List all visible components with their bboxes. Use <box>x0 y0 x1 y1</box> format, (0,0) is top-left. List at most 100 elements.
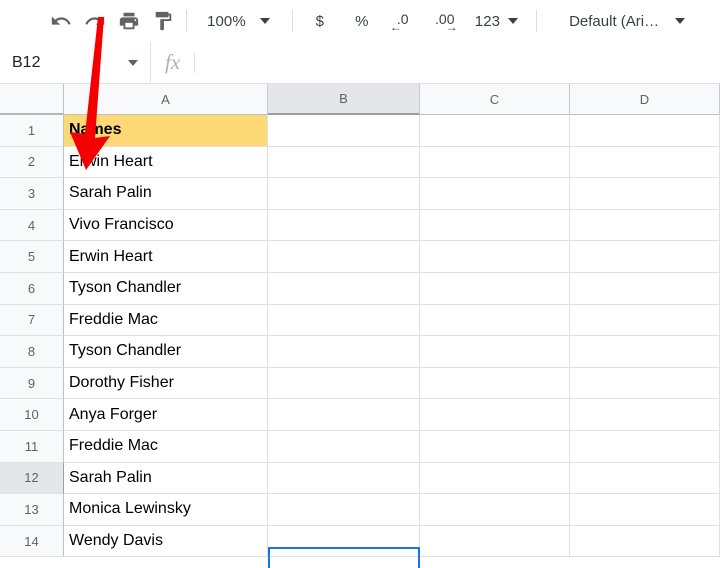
row-header-3[interactable]: 3 <box>0 178 64 210</box>
cell-A9[interactable]: Dorothy Fisher <box>64 367 268 400</box>
name-box[interactable]: B12 <box>0 42 150 84</box>
chevron-down-icon[interactable] <box>128 59 138 66</box>
cell-D10[interactable] <box>570 399 720 431</box>
cell-C9[interactable] <box>420 367 570 400</box>
cell-A4[interactable]: Vivo Francisco <box>64 209 268 242</box>
row-header-4[interactable]: 4 <box>0 209 64 242</box>
increase-decimal-button[interactable]: .00 → <box>429 5 461 37</box>
column-header-c[interactable]: C <box>420 84 570 115</box>
cell-D3[interactable] <box>570 178 720 210</box>
column-header-d[interactable]: D <box>570 84 720 115</box>
cell-B12[interactable] <box>268 462 420 495</box>
column-header-b[interactable]: B <box>268 84 420 115</box>
cell-B4[interactable] <box>268 209 420 242</box>
row-header-12[interactable]: 12 <box>0 462 64 495</box>
paint-format-icon[interactable] <box>146 4 180 38</box>
redo-icon[interactable] <box>78 4 112 38</box>
cell-D9[interactable] <box>570 367 720 400</box>
print-icon[interactable] <box>112 4 146 38</box>
decrease-decimal-button[interactable]: .0 ← <box>387 5 419 37</box>
table-row: 13 Monica Lewinsky <box>0 494 720 526</box>
cell-D4[interactable] <box>570 209 720 242</box>
row-header-11[interactable]: 11 <box>0 430 64 463</box>
cell-D12[interactable] <box>570 462 720 495</box>
currency-format-button[interactable]: $ <box>307 5 333 37</box>
row-header-14[interactable]: 14 <box>0 525 64 558</box>
zoom-dropdown[interactable]: 100% <box>201 6 276 36</box>
cell-C6[interactable] <box>420 272 570 305</box>
percent-format-button[interactable]: % <box>349 5 375 37</box>
cell-D13[interactable] <box>570 494 720 526</box>
cell-A6[interactable]: Tyson Chandler <box>64 272 268 305</box>
formula-function-icon-wrap: fx <box>150 41 209 84</box>
font-family-label: Default (Ari… <box>569 12 660 30</box>
cell-B3[interactable] <box>268 178 420 210</box>
cell-A7[interactable]: Freddie Mac <box>64 304 268 337</box>
formula-input[interactable] <box>209 42 720 84</box>
row-header-10[interactable]: 10 <box>0 399 64 431</box>
row-header-5[interactable]: 5 <box>0 241 64 273</box>
cell-B13[interactable] <box>268 494 420 526</box>
cell-D11[interactable] <box>570 430 720 463</box>
table-row: 11 Freddie Mac <box>0 430 720 463</box>
toolbar-divider <box>536 10 538 32</box>
cell-D1[interactable] <box>570 115 720 147</box>
cell-A12[interactable]: Sarah Palin <box>64 462 268 495</box>
cell-B1[interactable] <box>268 115 420 147</box>
cell-C12[interactable] <box>420 462 570 495</box>
cell-A14[interactable]: Wendy Davis <box>64 525 268 558</box>
row-header-13[interactable]: 13 <box>0 494 64 526</box>
cell-C5[interactable] <box>420 241 570 273</box>
cell-B11[interactable] <box>268 430 420 463</box>
row-header-2[interactable]: 2 <box>0 146 64 179</box>
table-row: 8 Tyson Chandler <box>0 336 720 368</box>
fx-icon[interactable]: fx <box>165 50 180 75</box>
cell-A10[interactable]: Anya Forger <box>64 399 268 431</box>
row-header-6[interactable]: 6 <box>0 272 64 305</box>
cell-C1[interactable] <box>420 115 570 147</box>
grid-rows: 1 Names 2 Erwin Heart 3 Sarah Palin 4 Vivo Fran… <box>0 115 720 558</box>
table-row: 4 Vivo Francisco <box>0 209 720 242</box>
cell-C11[interactable] <box>420 430 570 463</box>
cell-B14[interactable] <box>268 525 420 558</box>
cell-B5[interactable] <box>268 241 420 273</box>
number-format-dropdown[interactable]: 123 <box>469 6 524 36</box>
cell-D14[interactable] <box>570 525 720 558</box>
cell-B7[interactable] <box>268 304 420 337</box>
cell-B6[interactable] <box>268 272 420 305</box>
row-header-8[interactable]: 8 <box>0 336 64 368</box>
cell-A2[interactable]: Erwin Heart <box>64 146 268 179</box>
cell-A3[interactable]: Sarah Palin <box>64 178 268 210</box>
cell-B2[interactable] <box>268 146 420 179</box>
number-format-label: 123 <box>474 12 501 30</box>
cell-C10[interactable] <box>420 399 570 431</box>
cell-C13[interactable] <box>420 494 570 526</box>
cell-D8[interactable] <box>570 336 720 368</box>
font-family-dropdown[interactable]: Default (Ari… <box>561 6 693 36</box>
cell-C8[interactable] <box>420 336 570 368</box>
cell-C3[interactable] <box>420 178 570 210</box>
cell-B10[interactable] <box>268 399 420 431</box>
cell-C4[interactable] <box>420 209 570 242</box>
cell-B9[interactable] <box>268 367 420 400</box>
cell-C7[interactable] <box>420 304 570 337</box>
undo-icon[interactable] <box>44 4 78 38</box>
cell-A5[interactable]: Erwin Heart <box>64 241 268 273</box>
cell-D7[interactable] <box>570 304 720 337</box>
row-header-9[interactable]: 9 <box>0 367 64 400</box>
row-header-7[interactable]: 7 <box>0 304 64 337</box>
cell-B8[interactable] <box>268 336 420 368</box>
table-row: 6 Tyson Chandler <box>0 272 720 305</box>
cell-A8[interactable]: Tyson Chandler <box>64 336 268 368</box>
select-all-corner[interactable] <box>0 84 64 115</box>
column-header-a[interactable]: A <box>64 84 268 115</box>
cell-D6[interactable] <box>570 272 720 305</box>
cell-D5[interactable] <box>570 241 720 273</box>
cell-C14[interactable] <box>420 525 570 558</box>
cell-A11[interactable]: Freddie Mac <box>64 430 268 463</box>
cell-D2[interactable] <box>570 146 720 179</box>
row-header-1[interactable]: 1 <box>0 115 64 147</box>
cell-A1[interactable]: Names <box>64 115 268 147</box>
cell-C2[interactable] <box>420 146 570 179</box>
cell-A13[interactable]: Monica Lewinsky <box>64 494 268 526</box>
